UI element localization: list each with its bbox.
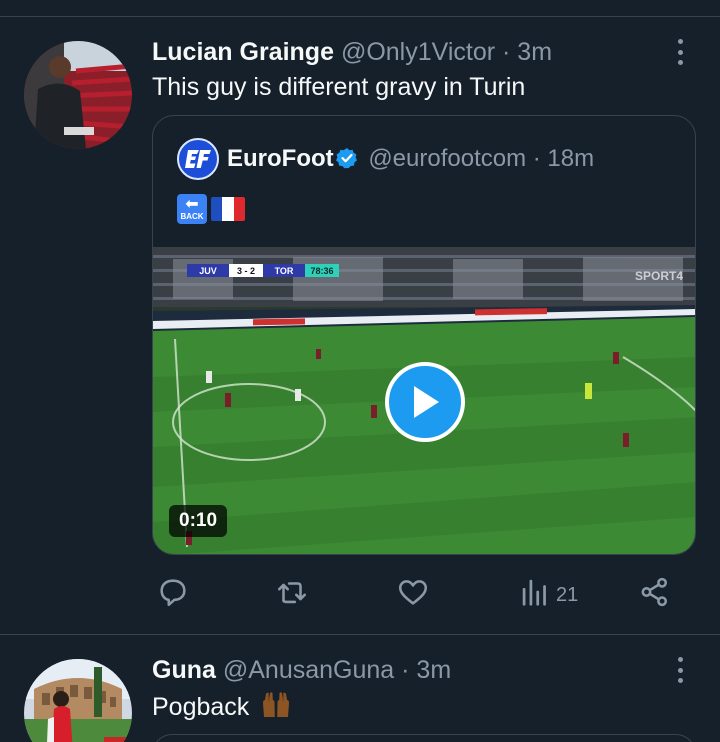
channel-watermark: SPORT4	[634, 269, 683, 283]
more-options-icon[interactable]	[670, 655, 690, 685]
author-avatar[interactable]	[24, 659, 132, 742]
tweet-text: This guy is different gravy in Turin	[152, 73, 526, 101]
heart-icon	[396, 575, 430, 615]
views-icon	[520, 575, 550, 615]
quote-author-handle[interactable]: @eurofootcom	[368, 145, 526, 172]
like-button[interactable]	[396, 575, 430, 615]
next-tweet-quote-preview[interactable]	[152, 734, 696, 742]
reply-button[interactable]	[156, 575, 190, 615]
away-team: TOR	[263, 264, 305, 277]
quote-author-name[interactable]: EuroFoot	[227, 145, 334, 172]
tweet-text: Pogback	[152, 691, 292, 726]
tweet-text-content: Pogback	[152, 693, 250, 721]
views-count: 21	[556, 583, 579, 606]
share-icon	[638, 575, 672, 615]
quote-author-line: EuroFoot @eurofootcom · 18m	[227, 145, 594, 176]
quote-time[interactable]: · 18m	[533, 145, 594, 172]
video-player[interactable]: JUV 3 - 2 TOR 78:36 SPORT4 0:10	[153, 247, 695, 554]
verified-badge-icon	[335, 147, 358, 176]
back-arrow-emoji: ⬅ BACK	[177, 194, 207, 224]
tweet-time[interactable]: · 3m	[401, 656, 451, 684]
reply-icon	[156, 575, 190, 615]
score: 3 - 2	[229, 264, 263, 277]
tweet-time[interactable]: · 3m	[502, 38, 552, 66]
retweet-button[interactable]	[274, 575, 310, 615]
back-emoji-label: BACK	[180, 211, 204, 221]
author-line: Guna @AnusanGuna · 3m	[152, 656, 451, 685]
top-divider	[0, 16, 720, 17]
tweet-actions: 21	[152, 575, 696, 615]
tweet-divider	[0, 634, 720, 635]
play-icon[interactable]	[385, 362, 465, 442]
author-handle[interactable]: @Only1Victor	[341, 38, 495, 66]
eurofoot-logo-avatar[interactable]	[177, 138, 219, 180]
views-button[interactable]: 21	[520, 575, 578, 615]
author-name[interactable]: Guna	[152, 656, 216, 684]
retweet-icon	[274, 575, 310, 615]
video-duration: 0:10	[169, 505, 228, 537]
scorebug: JUV 3 - 2 TOR 78:36	[187, 264, 339, 277]
france-flag-emoji	[211, 197, 245, 221]
author-handle[interactable]: @AnusanGuna	[223, 656, 394, 684]
share-button[interactable]	[638, 575, 672, 615]
author-name[interactable]: Lucian Grainge	[152, 38, 334, 66]
match-clock: 78:36	[305, 264, 339, 277]
author-avatar[interactable]	[24, 41, 132, 149]
raised-hands-emoji	[260, 691, 292, 726]
author-line: Lucian Grainge @Only1Victor · 3m	[152, 38, 552, 67]
more-options-icon[interactable]	[670, 37, 690, 67]
quote-text: ⬅ BACK	[177, 194, 245, 224]
quoted-tweet[interactable]: EuroFoot @eurofootcom · 18m ⬅ BACK JUV 3…	[152, 115, 696, 555]
home-team: JUV	[187, 264, 229, 277]
